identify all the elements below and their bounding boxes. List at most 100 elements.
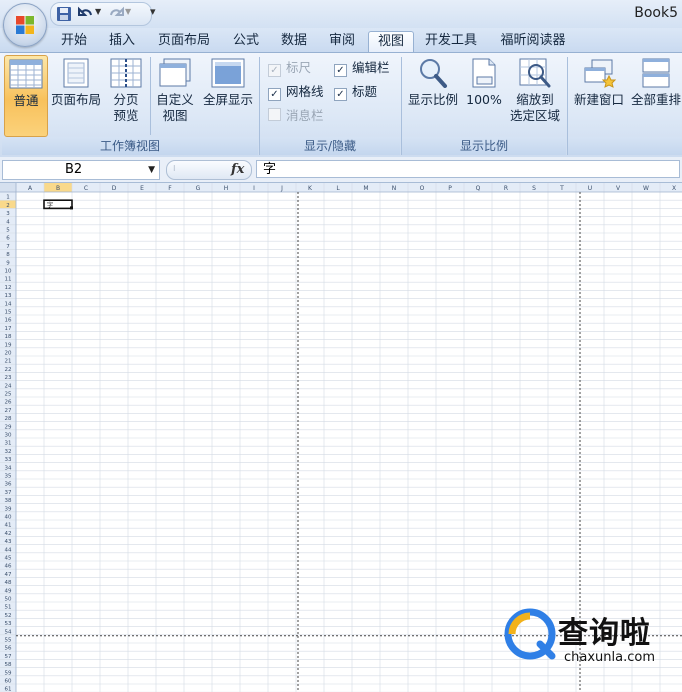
tab-home[interactable]: 开始 [52, 31, 96, 52]
row-header[interactable]: 2 [6, 203, 10, 209]
row-header[interactable]: 40 [5, 515, 12, 521]
tab-formulas[interactable]: 公式 [224, 31, 268, 52]
column-header[interactable]: U [588, 185, 592, 192]
row-header[interactable]: 11 [5, 277, 12, 283]
row-header[interactable]: 38 [5, 498, 12, 504]
row-header[interactable]: 26 [5, 400, 12, 406]
column-header[interactable]: F [168, 185, 172, 192]
column-header[interactable]: B [56, 185, 60, 192]
row-header[interactable]: 56 [5, 646, 12, 652]
formula-bar-checkbox[interactable]: ✓ 编辑栏 [334, 59, 390, 77]
select-all-corner[interactable] [0, 183, 16, 192]
row-header[interactable]: 10 [5, 269, 12, 275]
row-header[interactable]: 39 [5, 506, 12, 512]
normal-view-button[interactable]: 普通 [4, 55, 48, 137]
tab-developer[interactable]: 开发工具 [416, 31, 486, 52]
row-header[interactable]: 19 [5, 342, 12, 348]
office-button[interactable] [3, 3, 47, 47]
row-header[interactable]: 58 [5, 662, 12, 668]
ruler-checkbox[interactable]: ✓ 标尺 [268, 59, 311, 77]
row-header[interactable]: 59 [5, 670, 12, 676]
row-header[interactable]: 49 [5, 588, 12, 594]
tab-view[interactable]: 视图 [368, 31, 414, 53]
column-header[interactable]: Q [476, 185, 481, 192]
new-window-button[interactable]: 新建窗口 [570, 55, 628, 135]
row-header[interactable]: 45 [5, 556, 12, 562]
column-header[interactable]: G [196, 185, 201, 192]
row-header[interactable]: 4 [6, 219, 10, 225]
row-header[interactable]: 18 [5, 334, 12, 340]
row-header[interactable]: 53 [5, 621, 12, 627]
column-header[interactable]: O [420, 185, 425, 192]
column-header[interactable]: D [112, 185, 117, 192]
row-header[interactable]: 31 [5, 441, 12, 447]
row-header[interactable]: 28 [5, 416, 12, 422]
row-header[interactable]: 21 [5, 359, 12, 365]
undo-dropdown-icon[interactable]: ▼ [95, 7, 101, 16]
row-header[interactable]: 36 [5, 482, 12, 488]
row-header[interactable]: 17 [5, 326, 12, 332]
row-header[interactable]: 30 [5, 433, 12, 439]
row-header[interactable]: 33 [5, 457, 12, 463]
row-header[interactable]: 20 [5, 351, 12, 357]
row-header[interactable]: 42 [5, 531, 12, 537]
row-header[interactable]: 15 [5, 310, 12, 316]
row-header[interactable]: 32 [5, 449, 12, 455]
column-header[interactable]: W [643, 185, 649, 192]
row-header[interactable]: 50 [5, 597, 12, 603]
tab-data[interactable]: 数据 [272, 31, 316, 52]
row-header[interactable]: 12 [5, 285, 12, 291]
row-header[interactable]: 22 [5, 367, 12, 373]
name-box[interactable]: B2 ▼ [2, 160, 160, 180]
row-header[interactable]: 3 [6, 211, 10, 217]
full-screen-button[interactable]: 全屏显示 [200, 55, 256, 135]
redo-dropdown-icon[interactable]: ▼ [125, 7, 131, 16]
row-header[interactable]: 47 [5, 572, 12, 578]
row-header[interactable]: 35 [5, 474, 12, 480]
headings-checkbox[interactable]: ✓ 标题 [334, 83, 377, 101]
column-header[interactable]: T [559, 185, 564, 192]
row-header[interactable]: 52 [5, 613, 12, 619]
tab-foxit-reader[interactable]: 福昕阅读器 [492, 31, 574, 52]
tab-page-layout[interactable]: 页面布局 [148, 31, 220, 52]
row-header[interactable]: 1 [6, 195, 10, 201]
row-header[interactable]: 48 [5, 580, 12, 586]
insert-function-icon[interactable]: fx [231, 161, 244, 179]
column-header[interactable]: H [224, 185, 229, 192]
column-header[interactable]: R [504, 185, 508, 192]
page-break-preview-button[interactable]: 分页 预览 [106, 55, 146, 135]
column-header[interactable]: C [84, 185, 88, 192]
formula-input[interactable]: 字 [256, 160, 680, 178]
column-header[interactable]: S [532, 185, 536, 192]
tab-insert[interactable]: 插入 [100, 31, 144, 52]
row-header[interactable]: 41 [5, 523, 12, 529]
row-header[interactable]: 13 [5, 293, 12, 299]
row-header[interactable]: 34 [5, 465, 12, 471]
row-header[interactable]: 24 [5, 383, 12, 389]
name-box-dropdown-icon[interactable]: ▼ [148, 161, 155, 179]
row-header[interactable]: 29 [5, 424, 12, 430]
resize-handle-icon[interactable]: ⁝ [173, 164, 176, 173]
row-header[interactable]: 51 [5, 605, 12, 611]
column-header[interactable]: N [392, 185, 397, 192]
zoom-to-selection-button[interactable]: 缩放到 选定区域 [506, 55, 564, 135]
row-header[interactable]: 46 [5, 564, 12, 570]
column-header[interactable]: J [280, 185, 283, 192]
column-header[interactable]: X [672, 185, 676, 192]
save-icon[interactable] [55, 5, 73, 23]
row-header[interactable]: 23 [5, 375, 12, 381]
row-header[interactable]: 5 [6, 228, 10, 234]
row-header[interactable]: 61 [5, 687, 12, 692]
row-header[interactable]: 7 [6, 244, 10, 250]
fill-handle[interactable] [70, 206, 73, 210]
row-header[interactable]: 6 [6, 236, 10, 242]
row-header[interactable]: 54 [5, 629, 12, 635]
undo-icon[interactable] [77, 5, 95, 23]
row-header[interactable]: 8 [6, 252, 10, 258]
zoom-100-button[interactable]: 100% [464, 55, 504, 135]
row-header[interactable]: 16 [5, 318, 12, 324]
arrange-all-button[interactable]: 全部重排 [628, 55, 682, 135]
row-header[interactable]: 43 [5, 539, 12, 545]
row-header[interactable]: 55 [5, 638, 12, 644]
message-bar-checkbox[interactable]: 消息栏 [268, 107, 324, 125]
